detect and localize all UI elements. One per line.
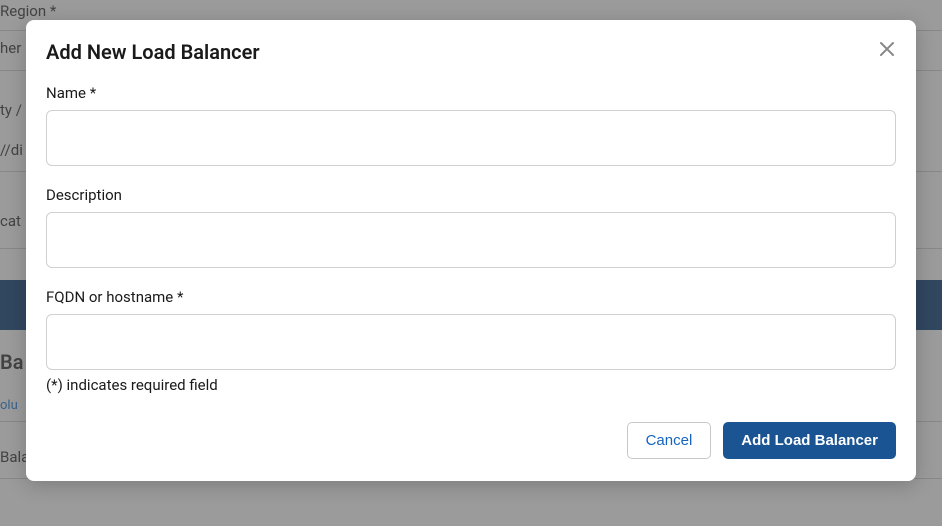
required-field-note: (*) indicates required field [46, 376, 896, 394]
fqdn-label: FQDN or hostname * [46, 288, 896, 306]
description-field-group: Description [46, 186, 896, 268]
add-load-balancer-modal: Add New Load Balancer Name * Description… [26, 20, 916, 481]
description-input[interactable] [46, 212, 896, 268]
modal-title: Add New Load Balancer [46, 40, 260, 64]
fqdn-input[interactable] [46, 314, 896, 370]
modal-header: Add New Load Balancer [26, 20, 916, 74]
modal-footer: Cancel Add Load Balancer [26, 404, 916, 481]
modal-body: Name * Description FQDN or hostname * (*… [26, 74, 916, 404]
cancel-button[interactable]: Cancel [627, 422, 712, 459]
description-label: Description [46, 186, 896, 204]
fqdn-field-group: FQDN or hostname * [46, 288, 896, 370]
name-label: Name * [46, 84, 896, 102]
close-icon[interactable] [878, 40, 896, 58]
name-field-group: Name * [46, 84, 896, 166]
add-load-balancer-button[interactable]: Add Load Balancer [723, 422, 896, 459]
name-input[interactable] [46, 110, 896, 166]
